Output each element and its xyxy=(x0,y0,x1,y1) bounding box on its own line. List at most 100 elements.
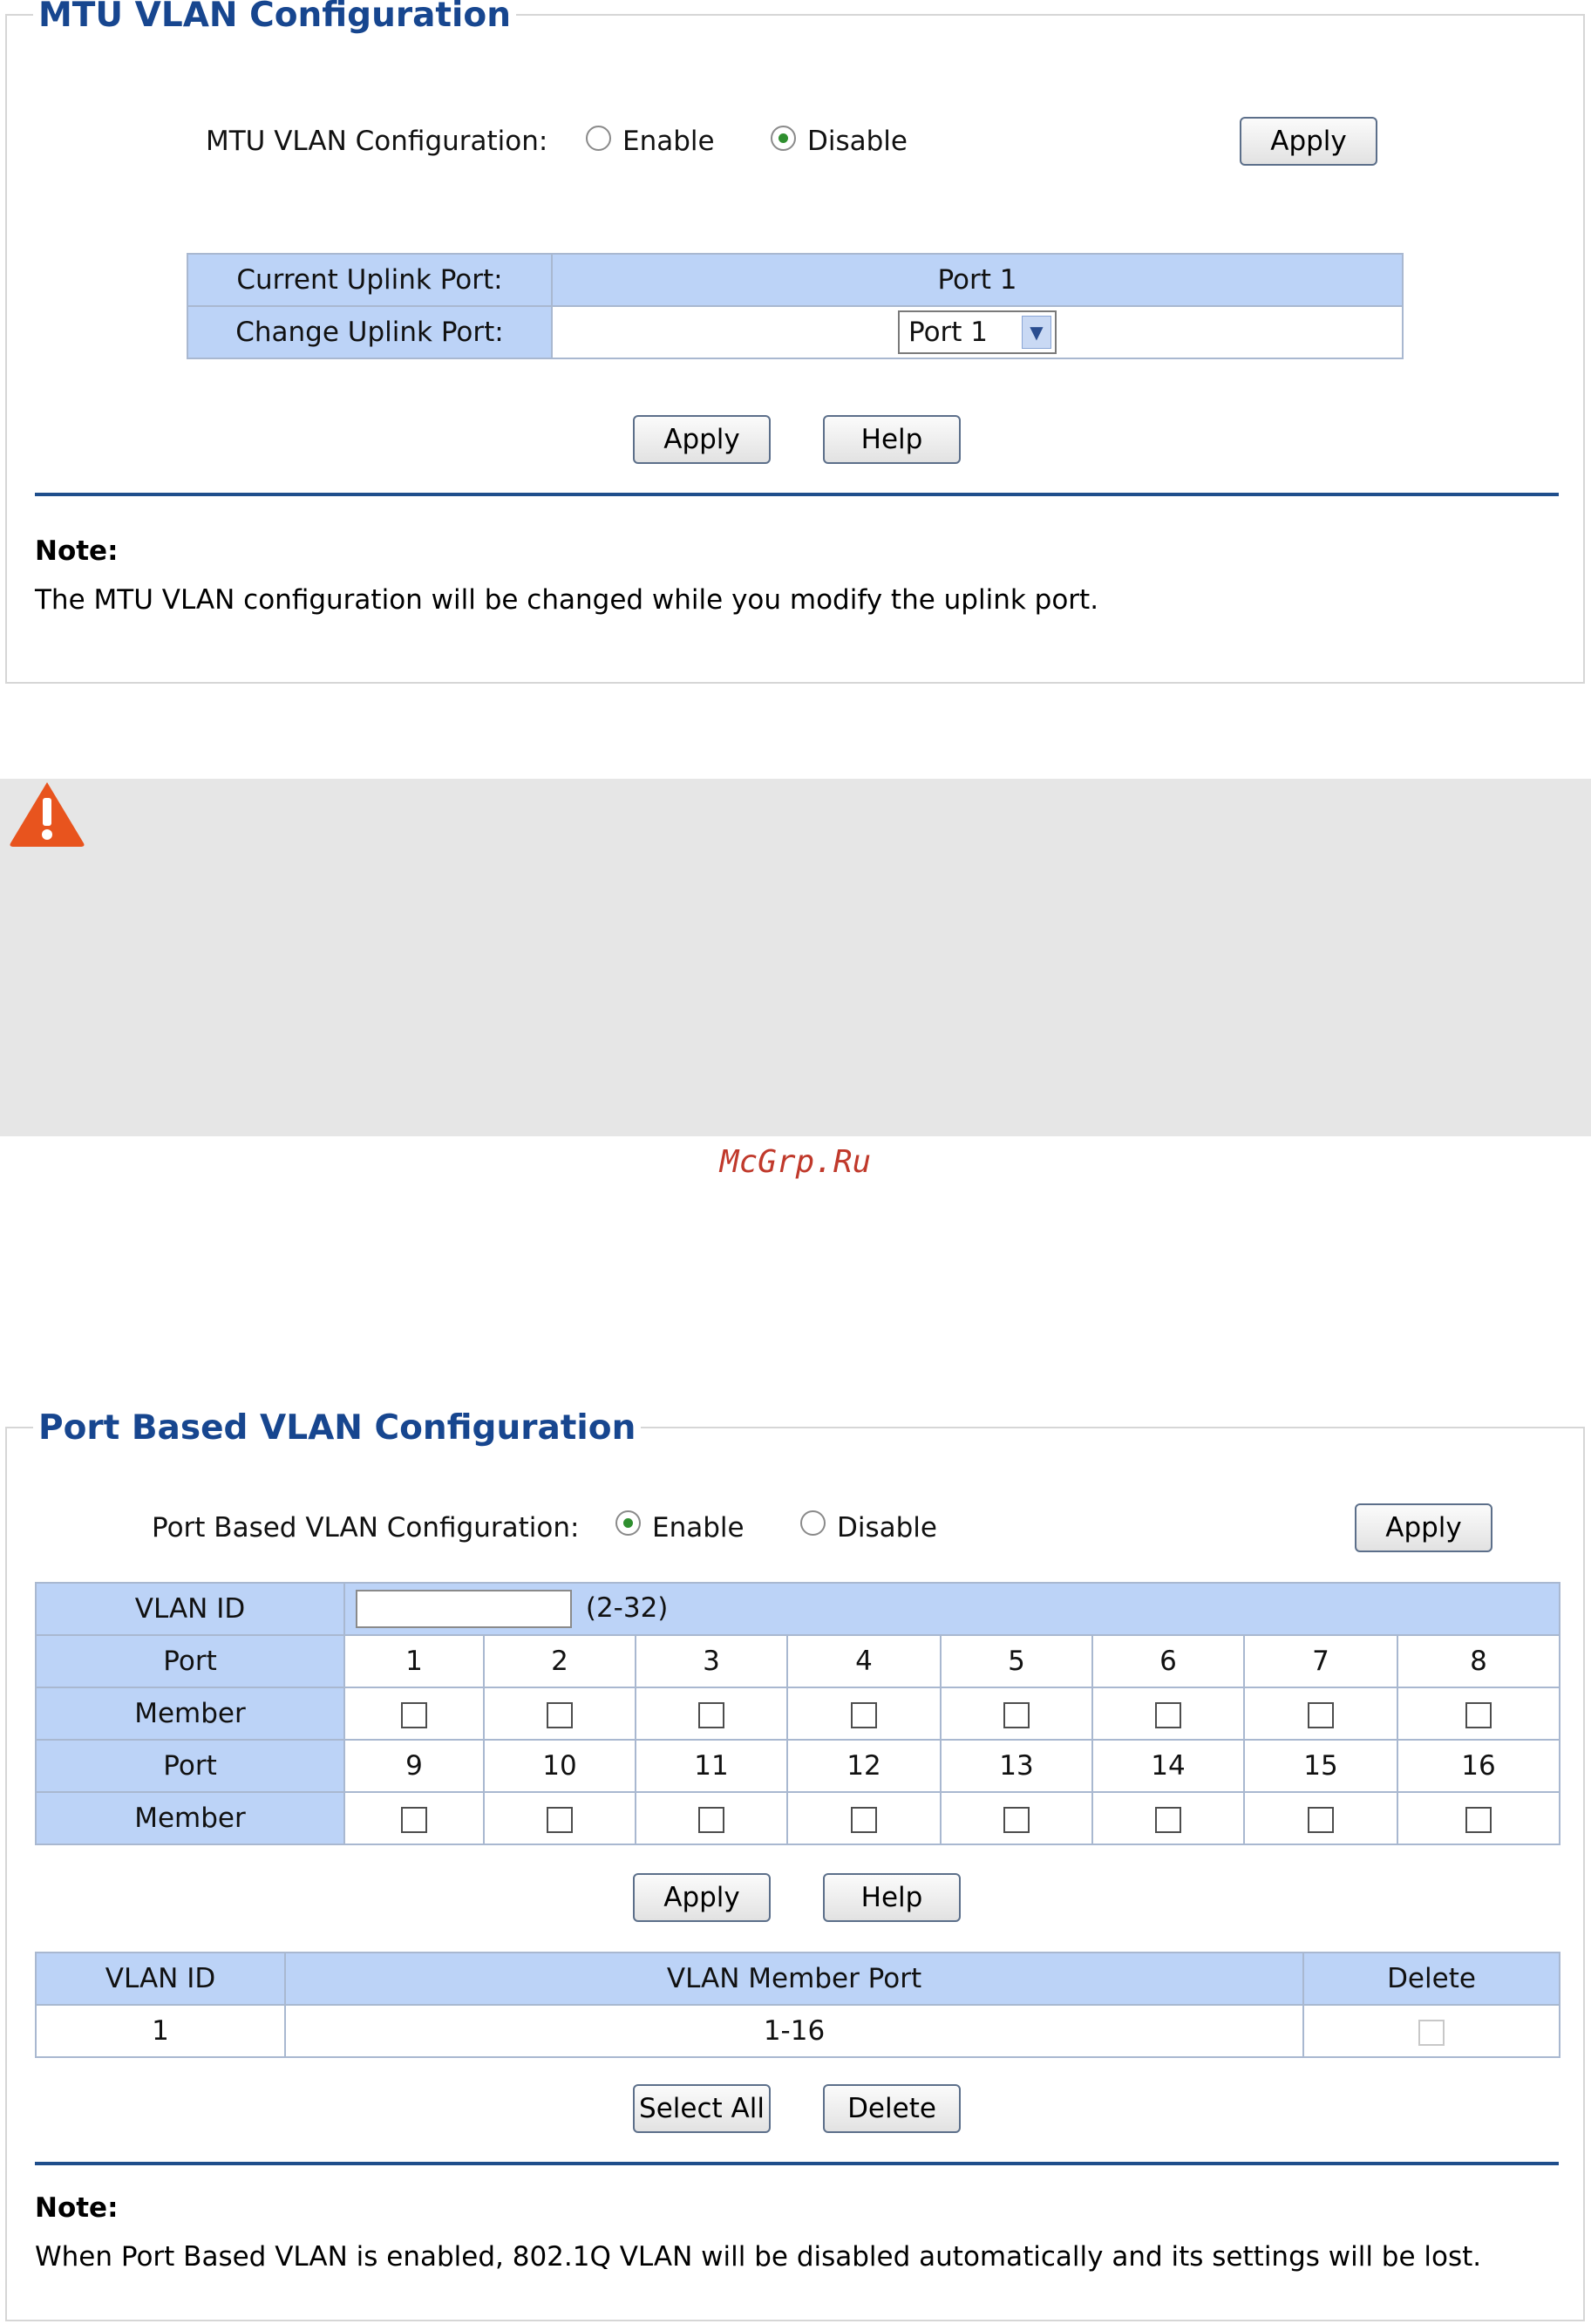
vlan-list-id: 1 xyxy=(35,2004,286,2058)
member-checkbox-port-12[interactable] xyxy=(851,1806,877,1833)
delete-button[interactable]: Delete xyxy=(823,2084,961,2133)
pb-member-apply-button[interactable]: Apply xyxy=(633,1873,771,1922)
member-checkbox-port-2[interactable] xyxy=(547,1701,573,1728)
port-number: 8 xyxy=(1396,1634,1561,1688)
pb-enable-radio[interactable] xyxy=(615,1510,641,1536)
uplink-apply-button[interactable]: Apply xyxy=(633,415,771,464)
pb-disable-label: Disable xyxy=(837,1512,937,1544)
member-checkbox-port-6[interactable] xyxy=(1155,1701,1181,1728)
member-checkbox-port-5[interactable] xyxy=(1003,1701,1030,1728)
pb-note-text: When Port Based VLAN is enabled, 802.1Q … xyxy=(35,2241,1482,2273)
member-cell xyxy=(1396,1687,1561,1741)
warning-icon xyxy=(10,782,85,847)
vlan-port-table: VLAN ID (2-32) Port 1 2 3 4 5 6 7 8 Memb… xyxy=(35,1582,1561,1845)
pb-help-button[interactable]: Help xyxy=(823,1873,961,1922)
pb-apply-button[interactable]: Apply xyxy=(1355,1503,1492,1552)
mtu-disable-radio[interactable] xyxy=(771,126,796,151)
mtu-divider xyxy=(35,493,1559,496)
member-cell xyxy=(1243,1791,1398,1845)
vlan-list-members: 1-16 xyxy=(284,2004,1304,2058)
pb-config-label: Port Based VLAN Configuration: xyxy=(152,1512,580,1544)
member-row-2: Member xyxy=(35,1791,1561,1845)
vlan-list-delete-cell xyxy=(1302,2004,1560,2058)
member-cell xyxy=(1396,1791,1561,1845)
mtu-disable-label: Disable xyxy=(807,126,908,157)
vlan-id-range: (2-32) xyxy=(585,1591,669,1624)
watermark-text: McGrp.Ru xyxy=(719,1144,872,1180)
port-number: 14 xyxy=(1091,1739,1245,1793)
member-cell xyxy=(940,1791,1093,1845)
port-number: 3 xyxy=(635,1634,788,1688)
vlan-list-table: VLAN ID VLAN Member Port Delete 1 1-16 xyxy=(35,1952,1560,2058)
pb-note-title: Note: xyxy=(35,2192,119,2224)
port-number: 10 xyxy=(483,1739,636,1793)
member-row-1: Member xyxy=(35,1687,1561,1741)
member-checkbox-port-9[interactable] xyxy=(401,1806,427,1833)
member-cell xyxy=(1091,1791,1245,1845)
current-uplink-value: Port 1 xyxy=(551,253,1404,307)
member-checkbox-port-11[interactable] xyxy=(698,1806,724,1833)
port-number: 6 xyxy=(1091,1634,1245,1688)
member-cell xyxy=(343,1791,485,1845)
mtu-apply-button[interactable]: Apply xyxy=(1240,117,1377,166)
mtu-note-title: Note: xyxy=(35,535,119,567)
member-checkbox-port-14[interactable] xyxy=(1155,1806,1181,1833)
port-label: Port xyxy=(35,1634,345,1688)
member-checkbox-port-4[interactable] xyxy=(851,1701,877,1728)
port-number: 5 xyxy=(940,1634,1093,1688)
uplink-table: Current Uplink Port: Port 1 Change Uplin… xyxy=(187,253,1404,359)
port-number: 1 xyxy=(343,1634,485,1688)
port-number: 15 xyxy=(1243,1739,1398,1793)
vlan-id-input[interactable] xyxy=(356,1590,572,1628)
member-checkbox-port-8[interactable] xyxy=(1465,1701,1492,1728)
port-number: 9 xyxy=(343,1739,485,1793)
port-number: 16 xyxy=(1396,1739,1561,1793)
current-uplink-label: Current Uplink Port: xyxy=(187,253,553,307)
member-cell xyxy=(786,1791,942,1845)
vlan-list-header-members: VLAN Member Port xyxy=(284,1952,1304,2006)
member-cell xyxy=(635,1687,788,1741)
port-number: 11 xyxy=(635,1739,788,1793)
port-number: 4 xyxy=(786,1634,942,1688)
port-number: 12 xyxy=(786,1739,942,1793)
mtu-config-label: MTU VLAN Configuration: xyxy=(206,126,548,157)
member-checkbox-port-7[interactable] xyxy=(1308,1701,1334,1728)
member-cell xyxy=(483,1687,636,1741)
pb-disable-radio[interactable] xyxy=(800,1510,826,1536)
member-checkbox-port-16[interactable] xyxy=(1465,1806,1492,1833)
delete-checkbox xyxy=(1418,2019,1445,2046)
select-all-button[interactable]: Select All xyxy=(633,2084,771,2133)
mtu-enable-label: Enable xyxy=(622,126,715,157)
vlan-id-cell: (2-32) xyxy=(343,1582,1561,1636)
vlan-id-row: VLAN ID (2-32) xyxy=(35,1582,1561,1636)
mtu-note-text: The MTU VLAN configuration will be chang… xyxy=(35,584,1099,616)
chevron-down-icon[interactable]: ▼ xyxy=(1022,316,1051,349)
pb-enable-label: Enable xyxy=(652,1512,745,1544)
port-based-vlan-title: Port Based VLAN Configuration xyxy=(33,1411,642,1445)
warning-box xyxy=(0,779,1591,1136)
mtu-enable-radio[interactable] xyxy=(586,126,611,151)
member-cell xyxy=(635,1791,788,1845)
uplink-port-select[interactable]: Port 1 ▼ xyxy=(898,310,1057,354)
port-number: 13 xyxy=(940,1739,1093,1793)
table-row: 1 1-16 xyxy=(35,2004,1560,2058)
uplink-help-button[interactable]: Help xyxy=(823,415,961,464)
member-checkbox-port-10[interactable] xyxy=(547,1806,573,1833)
member-checkbox-port-1[interactable] xyxy=(401,1701,427,1728)
member-cell xyxy=(343,1687,485,1741)
member-checkbox-port-15[interactable] xyxy=(1308,1806,1334,1833)
member-cell xyxy=(786,1687,942,1741)
vlan-list-header: VLAN ID VLAN Member Port Delete xyxy=(35,1952,1560,2006)
member-cell xyxy=(1243,1687,1398,1741)
port-based-vlan-panel: Port Based VLAN Configuration Port Based… xyxy=(5,1411,1585,2321)
member-checkbox-port-13[interactable] xyxy=(1003,1806,1030,1833)
member-checkbox-port-3[interactable] xyxy=(698,1701,724,1728)
port-number: 7 xyxy=(1243,1634,1398,1688)
pb-divider xyxy=(35,2162,1559,2165)
change-uplink-row: Change Uplink Port: Port 1 ▼ xyxy=(187,305,1404,359)
member-cell xyxy=(483,1791,636,1845)
member-cell xyxy=(1091,1687,1245,1741)
vlan-id-label: VLAN ID xyxy=(35,1582,345,1636)
change-uplink-cell: Port 1 ▼ xyxy=(551,305,1404,359)
port-label: Port xyxy=(35,1739,345,1793)
